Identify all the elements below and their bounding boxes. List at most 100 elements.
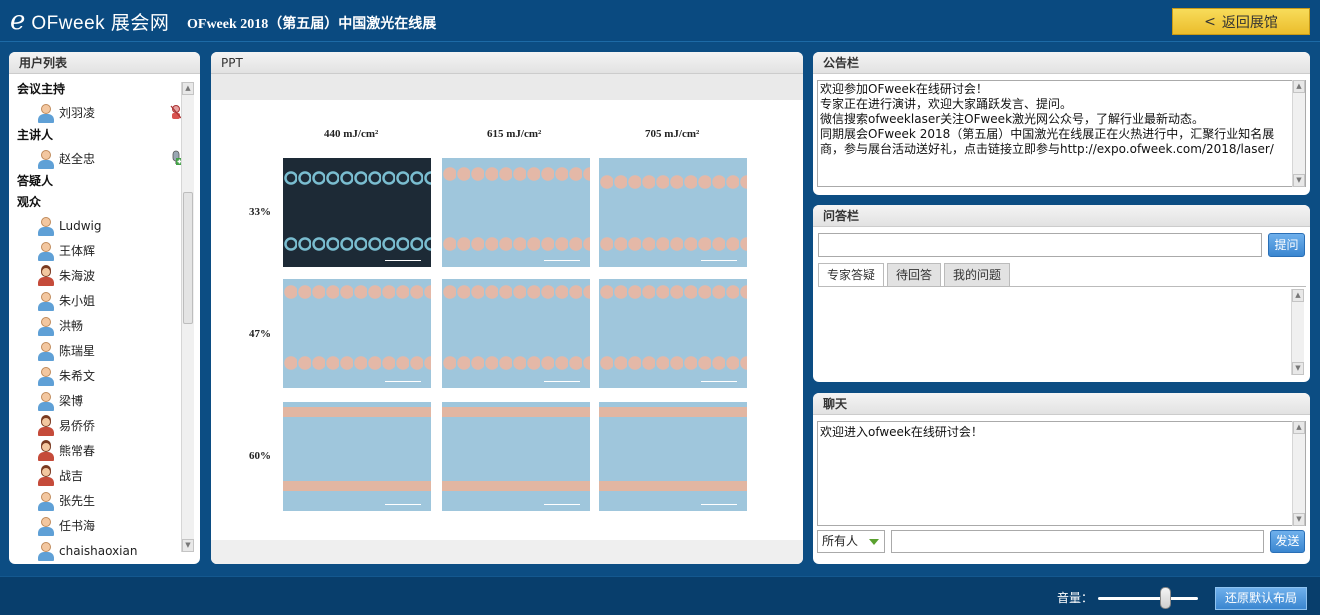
user-name: 王体辉 [59, 244, 96, 258]
top-bar: e OFweek 展会网 OFweek 2018（第五届）中国激光在线展 < 返… [0, 0, 1320, 42]
user-name: 刘羽凌 [59, 106, 96, 120]
row-label: 47% [249, 328, 271, 340]
list-item[interactable]: 朱小姐 [17, 288, 189, 313]
user-list-title: 用户列表 [9, 52, 200, 74]
notice-line: 同期展会OFweek 2018（第五届）中国激光在线展正在火热进行中，汇聚行业知… [820, 127, 1275, 141]
list-item[interactable]: Ludwig [17, 213, 189, 238]
volume-label: 音量： [1057, 591, 1094, 605]
user-name: 陈瑞星 [59, 344, 96, 358]
list-item[interactable]: 熊常春 [17, 438, 189, 463]
recipient-value: 所有人 [822, 534, 859, 548]
logo-e-icon: e [10, 6, 26, 36]
ofweek-logo[interactable]: e OFweek 展会网 [10, 6, 169, 36]
qa-title: 问答栏 [813, 205, 1310, 227]
user-name: 朱海波 [59, 269, 96, 283]
scroll-up-icon[interactable]: ▲ [1293, 421, 1305, 434]
scroll-down-icon[interactable]: ▼ [1293, 513, 1305, 526]
user-name: 洪畅 [59, 319, 84, 333]
user-name: 战吉 [59, 469, 84, 483]
user-list-panel: 用户列表 会议主持 刘羽凌 主讲人 赵全忠 答疑人 观众 Ludwig 王体辉 … [9, 52, 200, 564]
list-item[interactable]: 易侨侨 [17, 413, 189, 438]
avatar-icon [37, 149, 55, 169]
user-name: 张先生 [59, 494, 96, 508]
send-button[interactable]: 发送 [1270, 530, 1305, 553]
avatar-icon [37, 541, 55, 561]
ppt-panel: PPT 440 mJ/cm² 615 mJ/cm² 705 mJ/cm² 33%… [211, 52, 803, 564]
chat-message: 欢迎进入ofweek在线研讨会！ [820, 425, 983, 439]
logo-text: OFweek 展会网 [31, 12, 170, 34]
bottom-bar: 音量： 还原默认布局 [0, 576, 1320, 615]
list-item[interactable]: 张先生 [17, 488, 189, 513]
tab-expert-answers[interactable]: 专家答疑 [818, 263, 885, 287]
notice-link-line[interactable]: 商，参与展台活动送好礼，点击链接立即参与http://expo.ofweek.c… [820, 142, 1303, 157]
qa-tabs: 专家答疑 待回答 我的问题 [818, 263, 1013, 287]
group-host: 会议主持 [17, 82, 66, 96]
scroll-thumb[interactable] [183, 192, 193, 324]
list-item-speaker[interactable]: 赵全忠 [17, 146, 189, 171]
notice-content: 欢迎参加OFweek在线研讨会！ 专家正在进行演讲，欢迎大家踊跃发言、提问。 微… [817, 80, 1306, 187]
expo-title: OFweek 2018（第五届）中国激光在线展 [187, 17, 437, 32]
chat-scrollbar[interactable]: ▲ ▼ [1292, 421, 1305, 526]
notice-scrollbar[interactable]: ▲ ▼ [1292, 80, 1305, 187]
qa-panel: 问答栏 提问 专家答疑 待回答 我的问题 ▲ ▼ [813, 205, 1310, 382]
list-item[interactable]: 梁博 [17, 388, 189, 413]
avatar-icon [37, 341, 55, 361]
row-label: 33% [249, 206, 271, 218]
scroll-down-icon[interactable]: ▼ [182, 539, 194, 552]
list-item[interactable]: 朱希文 [17, 363, 189, 388]
scroll-up-icon[interactable]: ▲ [182, 82, 194, 95]
avatar-icon [37, 491, 55, 511]
volume-slider-track[interactable] [1098, 597, 1198, 600]
user-name: 易侨侨 [59, 419, 96, 433]
scroll-down-icon[interactable]: ▼ [1293, 174, 1305, 187]
notice-line: 专家正在进行演讲，欢迎大家踊跃发言、提问。 [820, 97, 1073, 111]
volume-slider-handle[interactable] [1160, 587, 1171, 609]
user-name: 梁博 [59, 394, 84, 408]
chat-title: 聊天 [813, 393, 1310, 415]
list-item[interactable]: 陈瑞星 [17, 338, 189, 363]
list-item[interactable]: 朱海波 [17, 263, 189, 288]
list-item[interactable]: chaishaoxian [17, 538, 189, 563]
chat-input[interactable] [891, 530, 1264, 553]
ppt-toolbar [211, 74, 803, 100]
column-label: 615 mJ/cm² [487, 128, 542, 140]
list-item[interactable]: 洪畅 [17, 313, 189, 338]
chat-messages: 欢迎进入ofweek在线研讨会！ [817, 421, 1306, 526]
column-label: 705 mJ/cm² [645, 128, 700, 140]
notice-line: 微信搜索ofweeklaser关注OFweek激光网公众号，了解行业最新动态。 [820, 112, 1205, 126]
user-list-scrollbar[interactable]: ▲ ▼ [181, 82, 194, 552]
back-to-hall-button[interactable]: < 返回展馆 [1172, 8, 1310, 35]
micrograph-image [442, 279, 590, 388]
notice-title: 公告栏 [813, 52, 1310, 74]
list-item-host[interactable]: 刘羽凌 [17, 100, 189, 125]
question-input[interactable] [818, 233, 1262, 257]
avatar-icon [37, 466, 55, 486]
list-item[interactable]: 战吉 [17, 463, 189, 488]
notice-panel: 公告栏 欢迎参加OFweek在线研讨会！ 专家正在进行演讲，欢迎大家踊跃发言、提… [813, 52, 1310, 195]
chat-panel: 聊天 欢迎进入ofweek在线研讨会！ ▲ ▼ 所有人 发送 [813, 393, 1310, 564]
ask-button[interactable]: 提问 [1268, 233, 1305, 257]
ppt-footer [211, 540, 803, 564]
scroll-down-icon[interactable]: ▼ [1292, 362, 1304, 375]
scroll-up-icon[interactable]: ▲ [1292, 289, 1304, 302]
user-name: 熊常春 [59, 444, 96, 458]
micrograph-image [599, 279, 747, 388]
avatar-icon [37, 391, 55, 411]
notice-line: 欢迎参加OFweek在线研讨会！ [820, 82, 988, 96]
micrograph-image [599, 402, 747, 511]
tab-my-questions[interactable]: 我的问题 [944, 263, 1011, 287]
avatar-icon [37, 441, 55, 461]
qa-scrollbar[interactable]: ▲ ▼ [1291, 289, 1304, 375]
group-speaker: 主讲人 [17, 128, 54, 142]
reset-layout-button[interactable]: 还原默认布局 [1215, 587, 1307, 610]
avatar-icon [37, 216, 55, 236]
list-item[interactable]: 王体辉 [17, 238, 189, 263]
group-answerer: 答疑人 [17, 174, 54, 188]
tab-pending[interactable]: 待回答 [887, 263, 942, 287]
scroll-up-icon[interactable]: ▲ [1293, 80, 1305, 93]
group-audience: 观众 [17, 195, 42, 209]
user-name: 朱小姐 [59, 294, 96, 308]
recipient-select[interactable]: 所有人 [817, 530, 885, 553]
list-item[interactable]: 任书海 [17, 513, 189, 538]
back-button-label: 返回展馆 [1221, 14, 1278, 31]
